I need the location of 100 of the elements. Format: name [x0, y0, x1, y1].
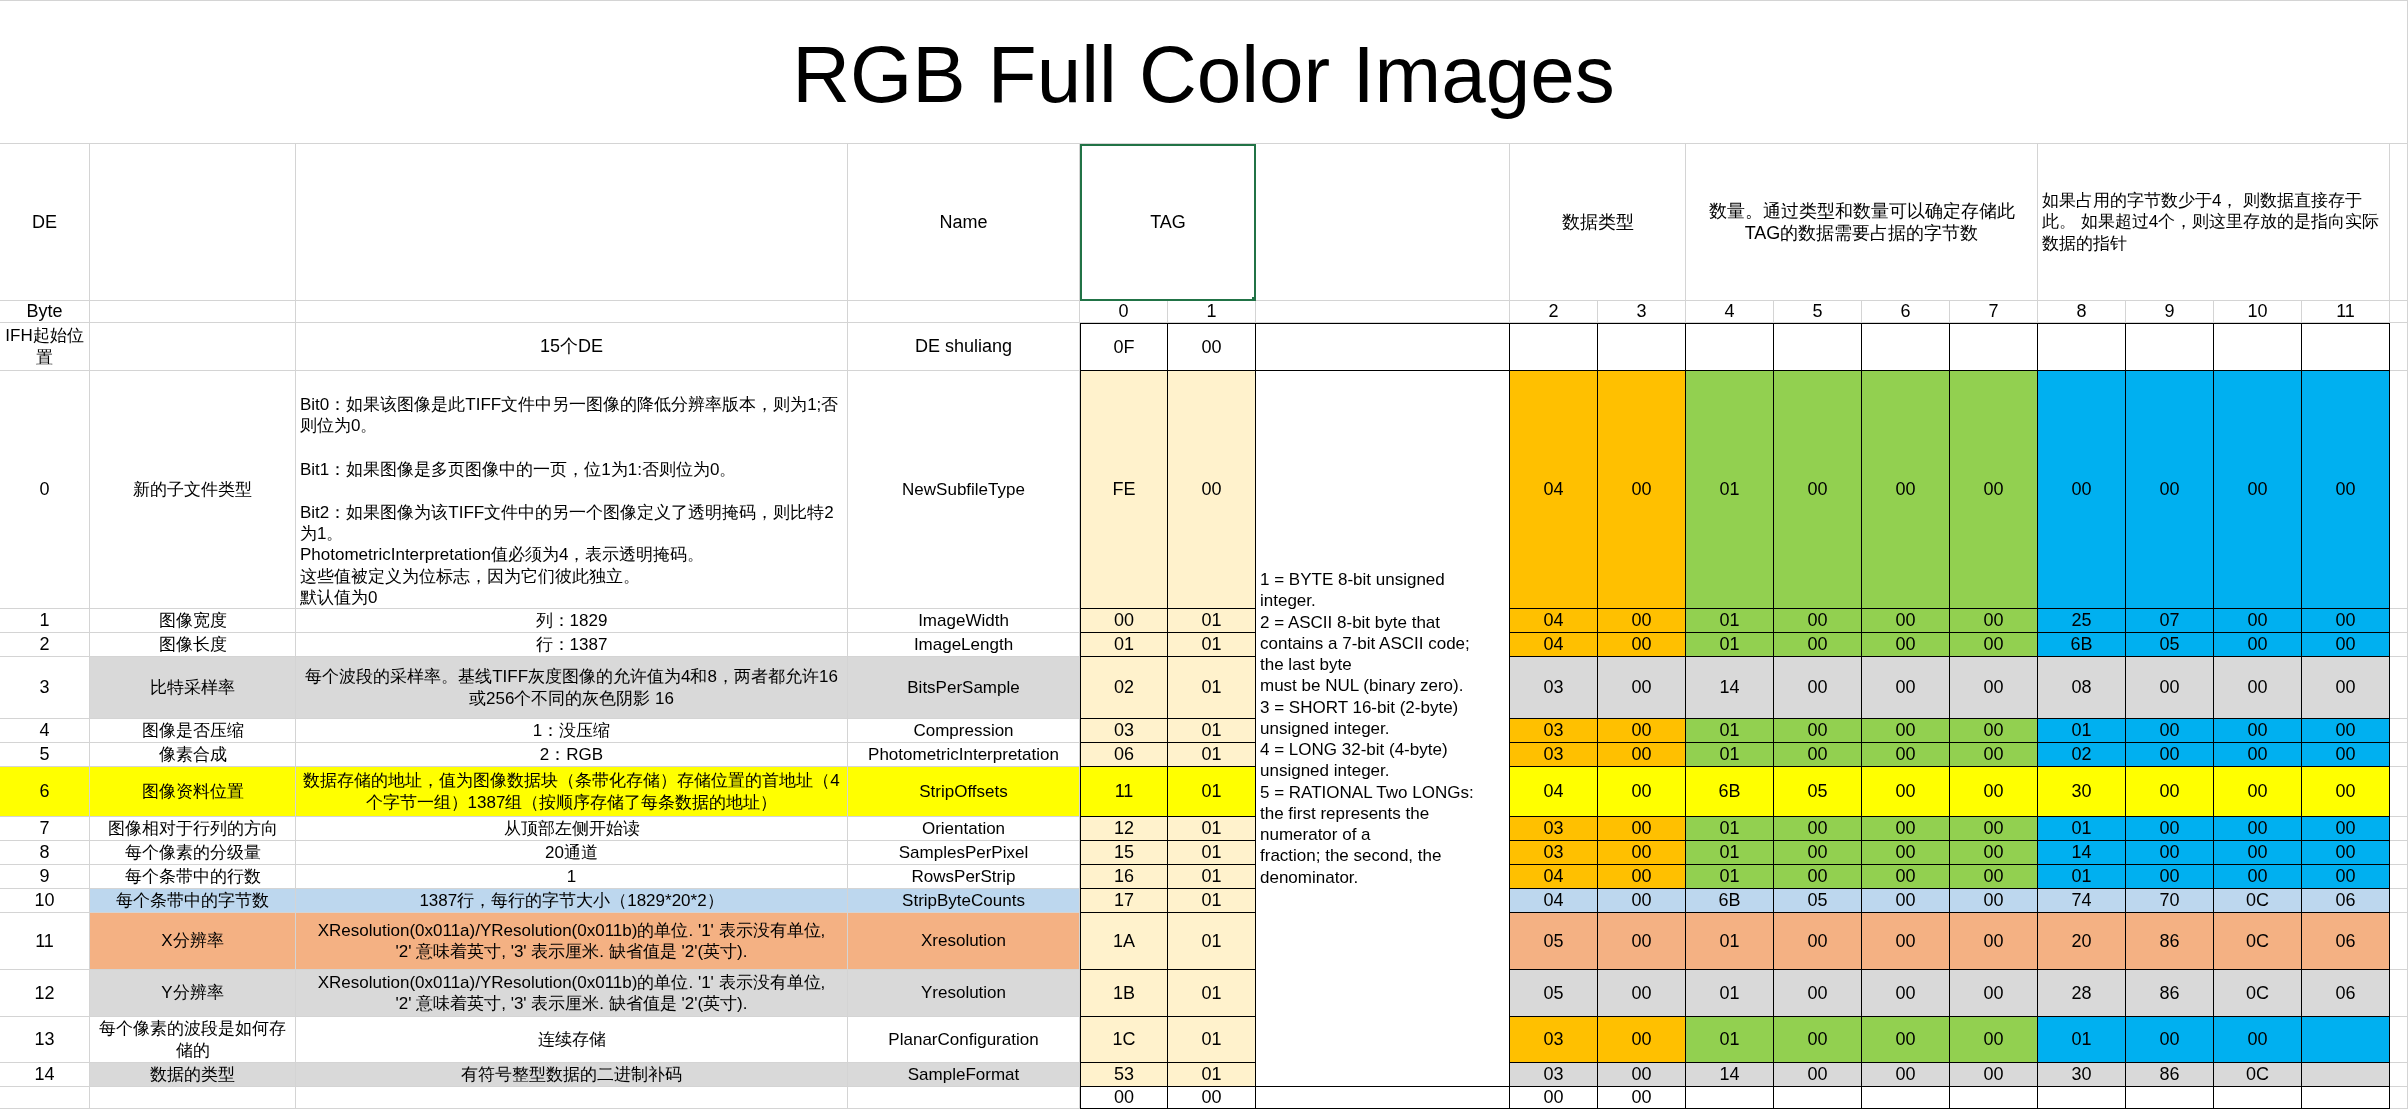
table-cell: 数据的类型 — [90, 1063, 296, 1087]
table-cell: 14 — [1686, 657, 1774, 719]
table-cell: 28 — [2038, 970, 2126, 1017]
table-cell: DE shuliang — [848, 323, 1080, 371]
table-cell: 0C — [2214, 913, 2302, 970]
table-cell: 05 — [1510, 970, 1598, 1017]
table-cell: 01 — [2038, 719, 2126, 743]
table-cell: 03 — [1080, 719, 1168, 743]
table-cell: 14 — [1686, 1063, 1774, 1087]
column-index: 9 — [2126, 301, 2214, 323]
table-cell: 每个像素的波段是如何存储的 — [90, 1017, 296, 1063]
table-cell: 数据存储的地址，值为图像数据块（条带化存储）存储位置的首地址（4个字节一组）1387组（按顺序存储了每条数据的地址） — [296, 767, 848, 817]
table-cell: 00 — [1080, 609, 1168, 633]
table-cell: 01 — [1168, 743, 1256, 767]
table-cell: 86 — [2126, 970, 2214, 1017]
table-cell: 00 — [2214, 817, 2302, 841]
table-cell: Orientation — [848, 817, 1080, 841]
table-cell: 6B — [2038, 633, 2126, 657]
table-cell: 00 — [1950, 841, 2038, 865]
table-cell: 每个条带中的行数 — [90, 865, 296, 889]
table-cell: 00 — [1862, 1063, 1950, 1087]
table-cell: 01 — [2038, 865, 2126, 889]
table-cell: 01 — [1168, 1063, 1256, 1087]
table-cell: 01 — [1686, 817, 1774, 841]
table-cell: 01 — [1168, 817, 1256, 841]
table-cell: 00 — [2038, 371, 2126, 609]
column-index: 4 — [1686, 301, 1774, 323]
table-cell: 20通道 — [296, 841, 848, 865]
type-legend: 1 = BYTE 8-bit unsigned integer. 2 = ASCII 8-bit byte that contains a 7-bit ASCII code; the last byte must be NUL (binary zero). 3 = SHORT 16-bit (2-byte) unsigned integer. 4 = LONG 32-bit (4-byte) unsigned integer. 5 = RATIONAL Two LONGs: the first represents the numerator of a fraction; the second, the denominator. — [1256, 371, 1510, 1087]
table-cell: 01 — [1168, 865, 1256, 889]
table-cell: 00 — [2302, 817, 2390, 841]
row-header: 4 — [0, 719, 90, 743]
row-header: 7 — [0, 817, 90, 841]
table-cell: 00 — [1862, 609, 1950, 633]
table-cell: 00 — [2302, 743, 2390, 767]
row-header: 6 — [0, 767, 90, 817]
table-cell: 6B — [1686, 889, 1774, 913]
table-cell: 图像长度 — [90, 633, 296, 657]
table-cell: 00 — [1774, 865, 1862, 889]
table-cell: 00 — [1862, 1017, 1950, 1063]
column-index: 8 — [2038, 301, 2126, 323]
table-cell: 1B — [1080, 970, 1168, 1017]
table-cell: 1：没压缩 — [296, 719, 848, 743]
table-cell: 01 — [1168, 633, 1256, 657]
description-line: Bit0：如果该图像是此TIFF文件中另一图像的降低分辨率版本，则为1;否则位为0。 — [300, 394, 840, 437]
table-cell: 00 — [1598, 889, 1686, 913]
table-cell: 00 — [1862, 657, 1950, 719]
table-cell: 00 — [2302, 657, 2390, 719]
table-cell: 00 — [1168, 371, 1256, 609]
row-header: 10 — [0, 889, 90, 913]
table-cell: 00 — [1862, 913, 1950, 970]
table-cell: 00 — [2126, 719, 2214, 743]
table-cell: 00 — [1168, 323, 1256, 371]
table-cell: XResolution(0x011a)/YResolution(0x011b)的单位. '1' 表示没有单位, '2' 意味着英寸, '3' 表示厘米. 缺省值是 '2'(英寸). — [296, 913, 848, 970]
table-cell: 0C — [2214, 1063, 2302, 1087]
table-cell: Xresolution — [848, 913, 1080, 970]
table-cell: 08 — [2038, 657, 2126, 719]
table-cell: 00 — [1950, 609, 2038, 633]
table-cell: 15个DE — [296, 323, 848, 371]
table-cell: 05 — [1774, 889, 1862, 913]
row-header: 12 — [0, 970, 90, 1017]
table-cell: 00 — [2214, 371, 2302, 609]
table-cell: 00 — [1774, 743, 1862, 767]
table-cell: 01 — [1686, 970, 1774, 1017]
table-cell: 00 — [2214, 865, 2302, 889]
table-cell: 25 — [2038, 609, 2126, 633]
table-cell: 00 — [1598, 1063, 1686, 1087]
table-cell: 00 — [1862, 841, 1950, 865]
column-header: 数量。通过类型和数量可以确定存储此 TAG的数据需要占据的字节数 — [1686, 144, 2038, 301]
table-cell: 00 — [2126, 767, 2214, 817]
table-cell: StripByteCounts — [848, 889, 1080, 913]
table-cell: 02 — [1080, 657, 1168, 719]
table-cell: 01 — [2038, 1017, 2126, 1063]
table-cell: 01 — [1686, 841, 1774, 865]
table-cell: 01 — [2038, 817, 2126, 841]
column-header: 数据类型 — [1510, 144, 1686, 301]
table-cell: 15 — [1080, 841, 1168, 865]
column-index: 1 — [1168, 301, 1256, 323]
table-cell: 图像相对于行列的方向 — [90, 817, 296, 841]
table-cell: 07 — [2126, 609, 2214, 633]
table-cell: 01 — [1080, 633, 1168, 657]
table-cell: 00 — [2214, 1017, 2302, 1063]
column-header: 如果占用的字节数少于4， 则数据直接存于此。 如果超过4个，则这里存放的是指向实际数据的指针 — [2038, 144, 2390, 301]
table-cell: 00 — [1774, 657, 1862, 719]
table-cell: 01 — [1686, 743, 1774, 767]
table-cell: 0F — [1080, 323, 1168, 371]
table-cell: 0C — [2214, 970, 2302, 1017]
table-cell: 00 — [1950, 865, 2038, 889]
table-cell: XResolution(0x011a)/YResolution(0x011b)的单位. '1' 表示没有单位, '2' 意味着英寸, '3' 表示厘米. 缺省值是 '2'(英寸). — [296, 970, 848, 1017]
description-line: 默认值为0 — [300, 586, 379, 608]
row-header: 11 — [0, 913, 90, 970]
table-cell: 00 — [2302, 719, 2390, 743]
table-cell: 06 — [2302, 913, 2390, 970]
row-header: 9 — [0, 865, 90, 889]
table-cell: Y分辨率 — [90, 970, 296, 1017]
column-index: 10 — [2214, 301, 2302, 323]
table-cell: 12 — [1080, 817, 1168, 841]
table-cell: 00 — [1168, 1087, 1256, 1109]
table-cell: 05 — [2126, 633, 2214, 657]
table-cell: 30 — [2038, 767, 2126, 817]
